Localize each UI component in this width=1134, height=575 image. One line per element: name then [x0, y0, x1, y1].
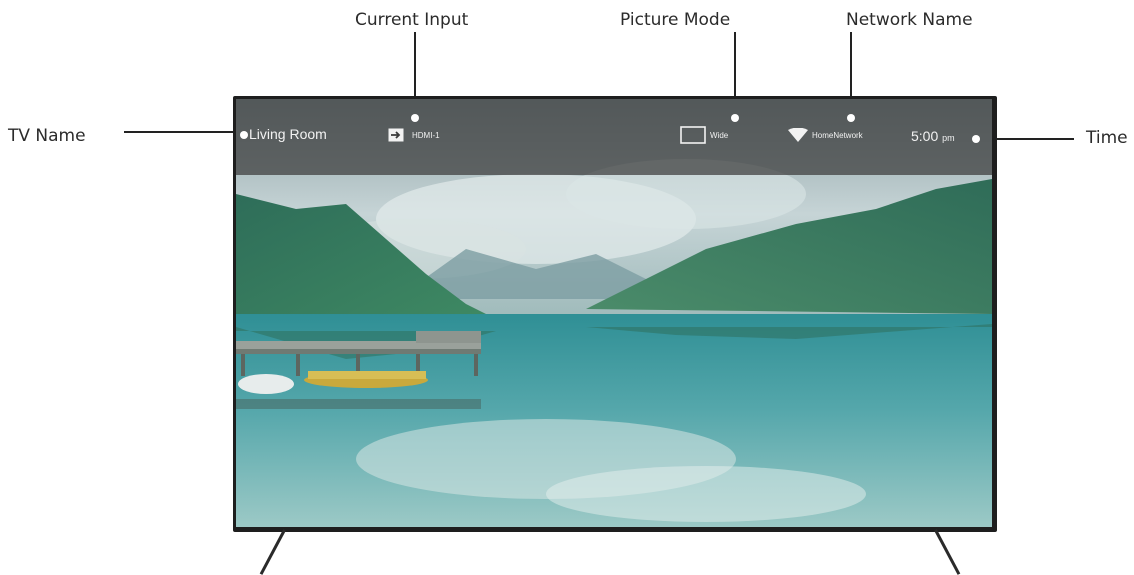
leader-tv-name [124, 131, 242, 133]
aspect-ratio-icon [680, 126, 706, 144]
input-label: HDMI-1 [412, 131, 440, 140]
input-marker-dot [411, 114, 419, 122]
time-value: 5:00 [911, 128, 939, 144]
callout-network-name: Network Name [846, 10, 973, 30]
tv-leg-left [259, 529, 286, 575]
time-marker-dot [972, 135, 980, 143]
picture-mode-marker-dot [731, 114, 739, 122]
tv-frame: Living Room HDMI-1 Wide HomeNetwork 5:00… [233, 96, 997, 532]
tv-leg-right [934, 529, 961, 575]
picture-mode-label: Wide [710, 131, 729, 140]
time-suffix: pm [942, 133, 955, 143]
callout-current-input: Current Input [355, 10, 469, 30]
status-bar: Living Room HDMI-1 Wide HomeNetwork 5:00… [236, 99, 992, 175]
tv-name-marker-dot [240, 131, 248, 139]
callout-picture-mode: Picture Mode [620, 10, 731, 30]
time-label: 5:00 pm [911, 128, 955, 144]
callout-tv-name: TV Name [8, 126, 86, 146]
network-label: HomeNetwork [812, 131, 863, 140]
tv-name-label: Living Room [249, 126, 327, 142]
input-arrow-icon [388, 128, 404, 142]
wifi-icon [788, 128, 808, 142]
tv-screen: Living Room HDMI-1 Wide HomeNetwork 5:00… [236, 99, 992, 527]
callout-time: Time [1086, 128, 1128, 148]
network-marker-dot [847, 114, 855, 122]
